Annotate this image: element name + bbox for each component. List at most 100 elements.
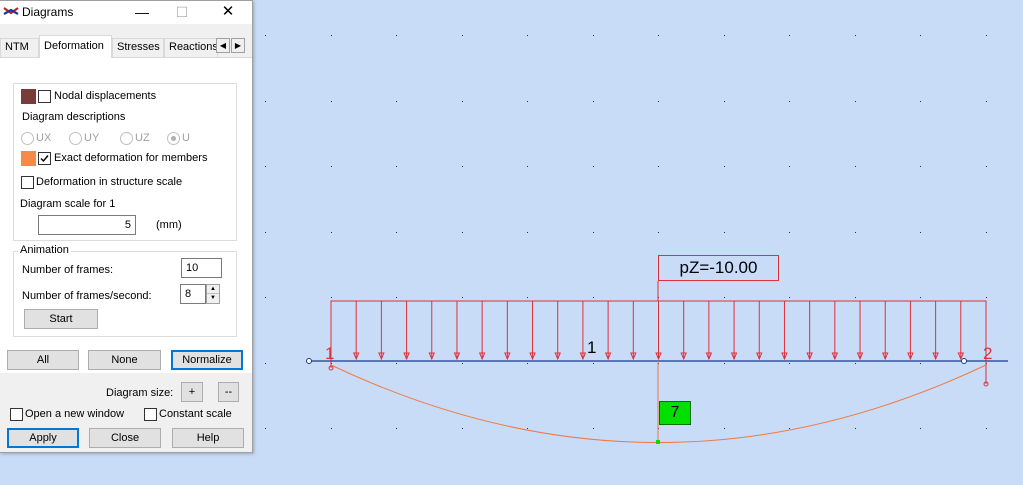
none-button[interactable]: None — [88, 350, 161, 370]
normalize-button[interactable]: Normalize — [171, 350, 243, 370]
grid-dot — [462, 297, 463, 298]
grid-dot — [920, 232, 921, 233]
diagram-scale-input[interactable] — [38, 215, 136, 235]
frames-input[interactable] — [181, 258, 222, 278]
grid-dot — [986, 428, 987, 429]
tab-stresses[interactable]: Stresses — [112, 38, 164, 57]
open-new-window-label: Open a new window — [25, 408, 125, 420]
close-button[interactable]: Close — [89, 428, 161, 448]
nodal-displacements-color-swatch[interactable] — [21, 89, 36, 104]
maximize-button[interactable]: ☐ — [162, 1, 202, 24]
radio-ux[interactable] — [21, 132, 34, 145]
grid-dot — [462, 363, 463, 364]
start-animation-button[interactable]: Start — [24, 309, 98, 329]
animation-group-title: Animation — [18, 244, 71, 256]
grid-dot — [789, 232, 790, 233]
help-button[interactable]: Help — [172, 428, 244, 448]
grid-dot — [920, 297, 921, 298]
grid-dot — [789, 166, 790, 167]
tab-scroll-right-icon[interactable]: ▶ — [231, 38, 245, 53]
tab-ntm[interactable]: NTM — [0, 38, 39, 57]
grid-dots — [265, 35, 987, 429]
grid-dot — [331, 35, 332, 36]
exact-deformation-checkbox[interactable] — [38, 152, 51, 165]
grid-dot — [527, 166, 528, 167]
tab-deformation[interactable]: Deformation — [39, 35, 112, 58]
grid-dot — [855, 297, 856, 298]
diagram-size-label: Diagram size: — [106, 387, 174, 399]
grid-dot — [593, 166, 594, 167]
radio-uy-label: UY — [84, 132, 100, 144]
diagram-descriptions-label: Diagram descriptions — [22, 111, 126, 123]
spin-up-icon[interactable]: ▲ — [207, 285, 219, 294]
grid-dot — [658, 232, 659, 233]
grid-dot — [265, 363, 266, 364]
title-bar[interactable]: Diagrams — ☐ ✕ — [0, 1, 252, 24]
all-button[interactable]: All — [7, 350, 79, 370]
deformation-settings-group: Nodal displacements Diagram descriptions… — [13, 83, 237, 241]
grid-dot — [331, 232, 332, 233]
grid-dot — [462, 166, 463, 167]
grid-dot — [593, 101, 594, 102]
fps-input[interactable] — [180, 284, 206, 304]
fps-spinner[interactable]: ▲ ▼ — [206, 284, 220, 304]
radio-ux-label: UX — [36, 132, 52, 144]
diagram-size-decrease-button[interactable]: -- — [218, 382, 239, 402]
grid-dot — [593, 428, 594, 429]
grid-dot — [396, 232, 397, 233]
deformation-value-label: 7 — [659, 401, 691, 425]
grid-dot — [396, 297, 397, 298]
constant-scale-label: Constant scale — [159, 408, 232, 420]
fps-label: Number of frames/second: — [22, 290, 152, 302]
grid-dot — [593, 35, 594, 36]
constant-scale-checkbox[interactable] — [144, 408, 157, 421]
grid-dot — [724, 166, 725, 167]
grid-dot — [265, 35, 266, 36]
radio-u-label: U — [182, 132, 190, 144]
grid-dot — [789, 35, 790, 36]
grid-dot — [855, 101, 856, 102]
tab-reactions[interactable]: Reactions — [164, 38, 218, 57]
grid-dot — [331, 297, 332, 298]
grid-dot — [724, 363, 725, 364]
close-window-button[interactable]: ✕ — [208, 1, 248, 24]
app-icon — [3, 5, 19, 19]
grid-dot — [986, 35, 987, 36]
open-new-window-checkbox[interactable] — [10, 408, 23, 421]
grid-dot — [331, 428, 332, 429]
grid-dot — [724, 35, 725, 36]
grid-dot — [855, 232, 856, 233]
tab-strip: NTM Deformation Stresses Reactions ◀ ▶ — [0, 35, 252, 58]
nodal-displacements-checkbox[interactable] — [38, 90, 51, 103]
diagram-scale-label: Diagram scale for 1 — [20, 198, 116, 210]
deformation-tab-pane: Nodal displacements Diagram descriptions… — [0, 57, 252, 373]
apply-button[interactable]: Apply — [7, 428, 79, 448]
radio-uz[interactable] — [120, 132, 133, 145]
grid-dot — [396, 428, 397, 429]
node-label-2: 2 — [983, 344, 993, 363]
minimize-button[interactable]: — — [122, 1, 162, 24]
radio-u[interactable] — [167, 132, 180, 145]
grid-dot — [527, 363, 528, 364]
grid-dot — [855, 35, 856, 36]
grid-dot — [396, 35, 397, 36]
exact-deformation-label: Exact deformation for members — [54, 152, 208, 164]
grid-dot — [986, 101, 987, 102]
grid-dot — [986, 166, 987, 167]
grid-dot — [724, 232, 725, 233]
grid-dot — [593, 363, 594, 364]
grid-dot — [789, 297, 790, 298]
tab-scroll-left-icon[interactable]: ◀ — [216, 38, 230, 53]
diagram-size-increase-button[interactable]: + — [181, 382, 203, 402]
structure-scale-checkbox[interactable] — [21, 176, 34, 189]
diagrams-dialog: Diagrams — ☐ ✕ NTM Deformation Stresses … — [0, 0, 253, 453]
spin-down-icon[interactable]: ▼ — [207, 294, 219, 303]
radio-uy[interactable] — [69, 132, 82, 145]
grid-dot — [331, 166, 332, 167]
animation-group: Animation Number of frames: Number of fr… — [13, 244, 237, 337]
member-end-marker — [961, 358, 967, 364]
grid-dot — [855, 363, 856, 364]
structure-scale-label: Deformation in structure scale — [36, 176, 183, 188]
exact-deformation-color-swatch[interactable] — [21, 151, 36, 166]
diagram-scale-unit: (mm) — [156, 219, 182, 231]
